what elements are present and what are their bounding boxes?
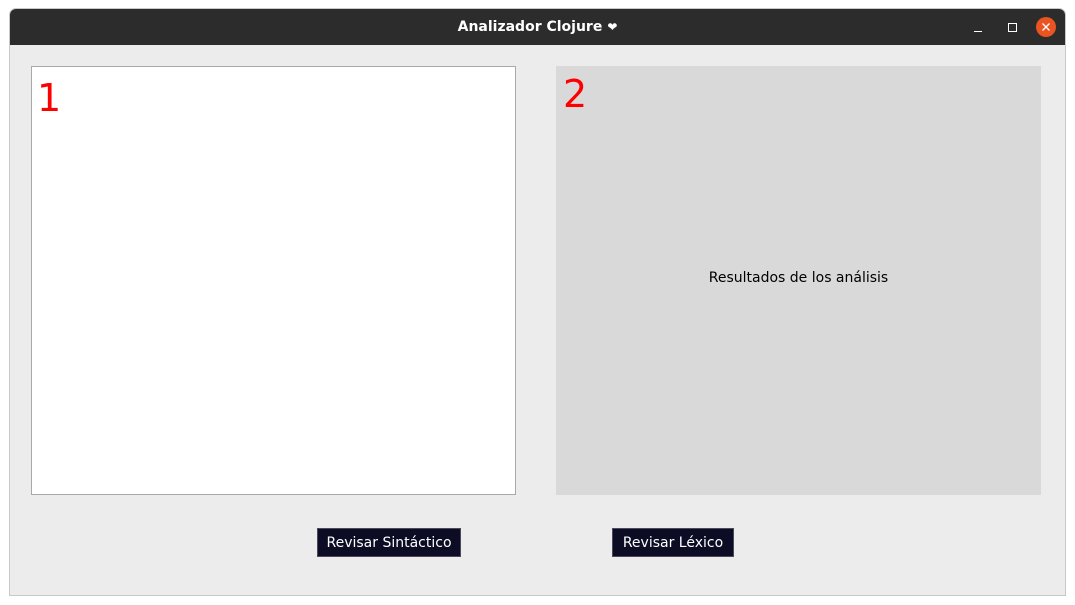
results-number-label: 2: [563, 72, 588, 116]
editor-number-label: 1: [37, 76, 62, 120]
window-title: Analizador Clojure: [457, 19, 603, 35]
app-window: Analizador Clojure ❤ 1 2 Resultados de l…: [9, 8, 1066, 596]
title-bar[interactable]: Analizador Clojure ❤: [10, 9, 1065, 45]
window-controls: [954, 17, 1056, 37]
minimize-icon: [974, 30, 982, 32]
check-lexical-button[interactable]: Revisar Léxico: [612, 528, 734, 557]
close-button[interactable]: [1036, 17, 1056, 37]
heart-icon: ❤: [607, 20, 618, 34]
code-editor[interactable]: 1: [31, 66, 516, 495]
results-text: Resultados de los análisis: [708, 270, 889, 286]
maximize-button[interactable]: [1002, 17, 1022, 37]
results-panel: 2 Resultados de los análisis: [556, 66, 1041, 495]
close-icon: [1042, 23, 1050, 31]
check-syntax-button[interactable]: Revisar Sintáctico: [317, 528, 461, 557]
maximize-icon: [1007, 22, 1017, 32]
minimize-button[interactable]: [968, 17, 988, 37]
